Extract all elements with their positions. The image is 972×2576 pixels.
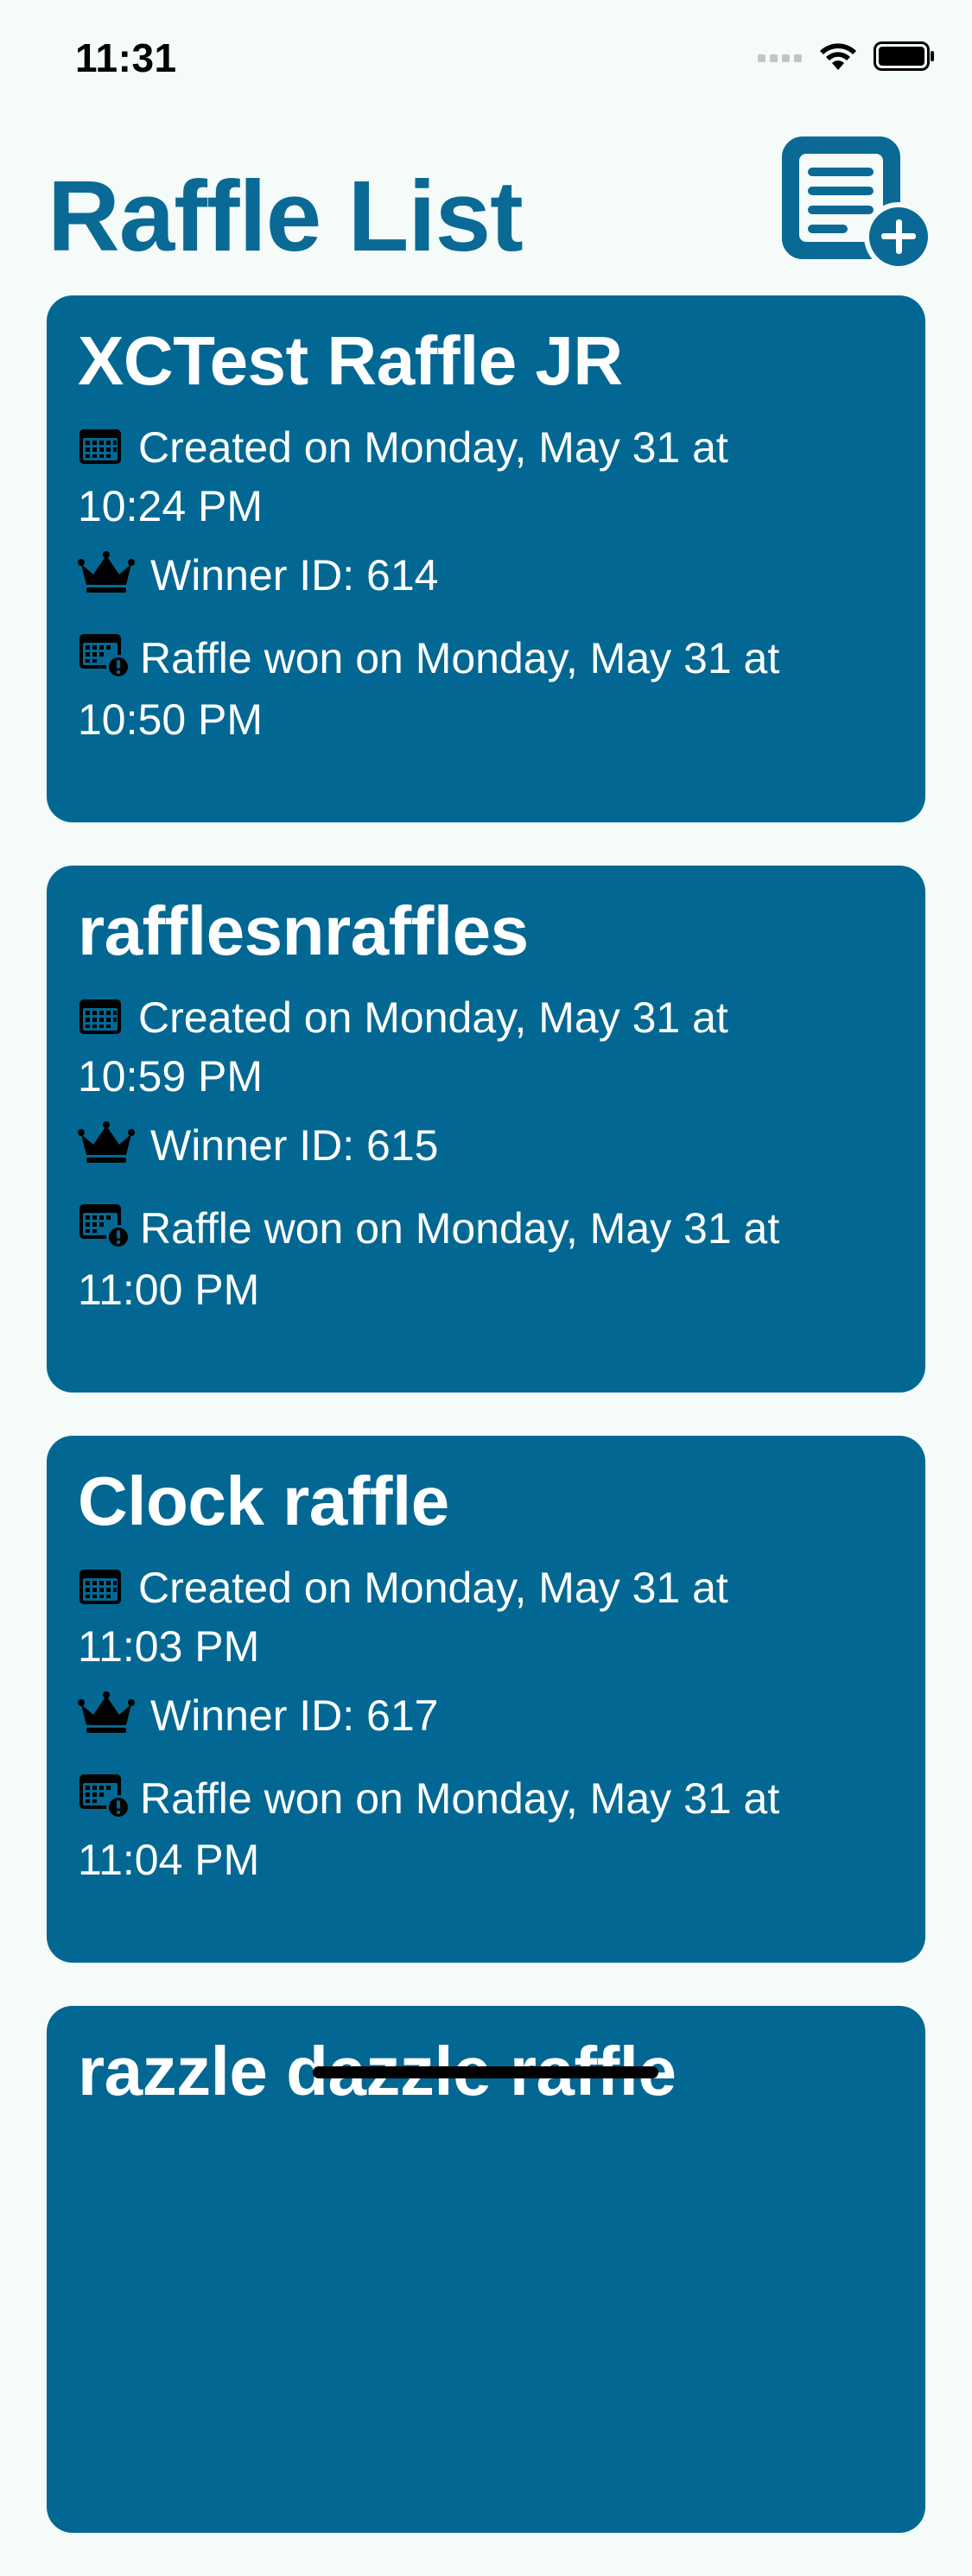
created-row: Created on Monday, May 31 at 10:24 PM — [78, 420, 894, 534]
crown-icon — [78, 1120, 135, 1177]
won-text-line2: 10:50 PM — [78, 695, 264, 745]
calendar-icon — [78, 993, 123, 1049]
winner-row: Winner ID: 617 — [78, 1688, 894, 1747]
calendar-icon — [78, 1564, 123, 1619]
created-text-line1: Created on Monday, May 31 at — [138, 993, 728, 1042]
cellular-signal-icon — [758, 54, 802, 62]
winner-text: Winner ID: 617 — [150, 1691, 439, 1740]
created-row: Created on Monday, May 31 at 11:03 PM — [78, 1560, 894, 1674]
raffle-card[interactable]: XCTest Raffle JR Created on Monday, May … — [47, 295, 925, 822]
wifi-icon — [820, 43, 856, 70]
won-text-line2: 11:04 PM — [78, 1836, 260, 1885]
won-row: Raffle won on Monday, May 31 at 10:50 PM — [78, 631, 894, 747]
won-text-line1: Raffle won on Monday, May 31 at — [140, 634, 780, 683]
raffle-name: Clock raffle — [78, 1462, 449, 1539]
created-text-line1: Created on Monday, May 31 at — [138, 1564, 728, 1612]
winner-row: Winner ID: 614 — [78, 548, 894, 606]
page-title: Raffle List — [48, 160, 524, 272]
calendar-icon — [78, 423, 123, 479]
home-indicator[interactable] — [313, 2066, 658, 2078]
add-list-icon — [782, 136, 933, 271]
won-row: Raffle won on Monday, May 31 at 11:04 PM — [78, 1771, 894, 1888]
status-icons — [758, 41, 936, 71]
created-text-line2: 10:59 PM — [78, 1051, 264, 1101]
created-text-line2: 11:03 PM — [78, 1621, 260, 1671]
raffle-list: XCTest Raffle JR Created on Monday, May … — [47, 295, 925, 2576]
won-text-line1: Raffle won on Monday, May 31 at — [140, 1774, 780, 1824]
raffle-card[interactable]: rafflesnraffles Created on Monday, May 3… — [47, 866, 925, 1393]
crown-icon — [78, 1691, 135, 1747]
winner-text: Winner ID: 614 — [150, 550, 439, 600]
add-raffle-button[interactable] — [782, 136, 933, 275]
calendar-alert-icon — [78, 631, 131, 692]
won-text-line1: Raffle won on Monday, May 31 at — [140, 1204, 780, 1253]
raffle-card[interactable]: Clock raffle Created on Monday, May 31 a… — [47, 1436, 925, 1963]
status-time: 11:31 — [75, 35, 177, 80]
winner-text: Winner ID: 615 — [150, 1120, 439, 1170]
crown-icon — [78, 550, 135, 606]
won-text-line2: 11:00 PM — [78, 1266, 260, 1315]
raffle-name: XCTest Raffle JR — [78, 322, 623, 399]
calendar-alert-icon — [78, 1201, 131, 1262]
battery-icon — [874, 41, 934, 71]
raffle-card[interactable]: razzle dazzle raffle — [47, 2006, 925, 2533]
created-text-line1: Created on Monday, May 31 at — [138, 423, 728, 472]
status-bar: 11:31 — [0, 0, 972, 121]
created-text-line2: 10:24 PM — [78, 481, 264, 530]
won-row: Raffle won on Monday, May 31 at 11:00 PM — [78, 1201, 894, 1317]
raffle-name: rafflesnraffles — [78, 892, 529, 969]
calendar-alert-icon — [78, 1771, 131, 1832]
created-row: Created on Monday, May 31 at 10:59 PM — [78, 990, 894, 1104]
winner-row: Winner ID: 615 — [78, 1118, 894, 1177]
